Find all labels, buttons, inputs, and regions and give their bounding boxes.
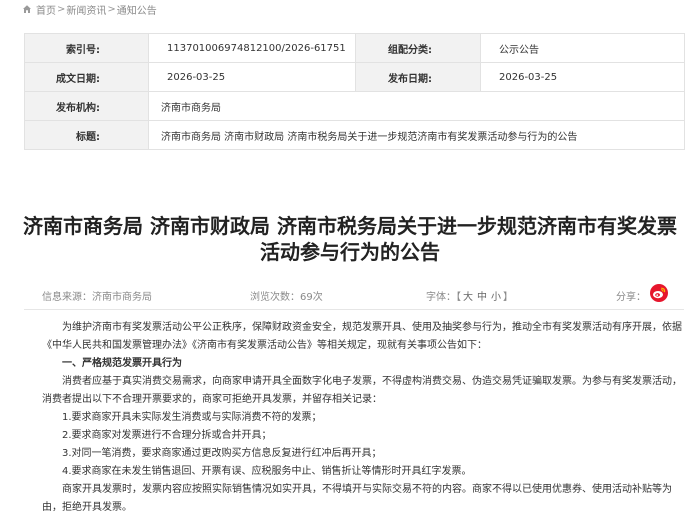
info-source: 信息来源：济南市商务局 bbox=[42, 292, 152, 303]
breadcrumb-separator: > bbox=[57, 3, 66, 15]
article-title: 济南市商务局 济南市财政局 济南市税务局关于进一步规范济南市有奖发票 活动参与行… bbox=[20, 213, 680, 265]
list-item-3: 3.对同一笔消费，要求商家通过更改购买方信息反复进行红冲后再开具； bbox=[62, 448, 382, 459]
publish-date-label: 发布日期: bbox=[355, 62, 481, 92]
breadcrumb-separator: > bbox=[107, 3, 116, 15]
article-body: 为维护济南市有奖发票活动公平公正秩序，保障财政资金安全，规范发票开具、使用及抽奖… bbox=[42, 319, 688, 517]
breadcrumb-home[interactable]: 首页 bbox=[36, 2, 56, 17]
breadcrumb-news[interactable]: 新闻资讯 bbox=[66, 2, 106, 17]
article-title-line-1: 济南市商务局 济南市财政局 济南市税务局关于进一步规范济南市有奖发票 bbox=[23, 214, 677, 238]
index-value: 113701006974812100/2026-61751 bbox=[148, 33, 356, 63]
font-large-button[interactable]: 大 bbox=[463, 292, 473, 303]
list-item-4: 4.要求商家在未发生销售退回、开票有误、应税服务中止、销售折让等情形时开具红字发… bbox=[62, 466, 472, 477]
closing-paragraph: 商家开具发票时，发票内容应按照实际销售情况如实开具，不得填开与实际交易不符的内容… bbox=[42, 484, 672, 513]
breadcrumb-notices[interactable]: 通知公告 bbox=[117, 2, 157, 17]
page: 首页 > 新闻资讯 > 通知公告 索引号: 113701006974812100… bbox=[0, 0, 700, 520]
home-icon[interactable] bbox=[22, 4, 32, 14]
article-info-bar: 信息来源：济南市商务局 浏览次数：69次 字体：【大中小】 分享： bbox=[24, 283, 684, 305]
written-date-label: 成文日期: bbox=[24, 62, 149, 92]
font-size-bracket-open: 【 bbox=[456, 292, 461, 303]
list-item-1: 1.要求商家开具未实际发生消费或与实际消费不符的发票； bbox=[62, 412, 322, 423]
body-intro-paragraph: 为维护济南市有奖发票活动公平公正秩序，保障财政资金安全，规范发票开具、使用及抽奖… bbox=[42, 322, 682, 351]
issuer-label: 发布机构: bbox=[24, 91, 149, 121]
meta-row-dates: 成文日期: 2026-03-25 发布日期: 2026-03-25 bbox=[24, 62, 685, 92]
share-label: 分享： bbox=[616, 292, 646, 303]
subject-value: 济南市商务局 济南市财政局 济南市税务局关于进一步规范济南市有奖发票活动参与行为… bbox=[148, 120, 685, 150]
section-1-heading: 一、严格规范发票开具行为 bbox=[62, 358, 182, 369]
font-small-button[interactable]: 小 bbox=[491, 292, 501, 303]
written-date-value: 2026-03-25 bbox=[148, 62, 356, 92]
info-views: 浏览次数：69次 bbox=[250, 292, 323, 303]
list-item-2: 2.要求商家对发票进行不合理分拆或合并开具； bbox=[62, 430, 272, 441]
category-value: 公示公告 bbox=[480, 33, 685, 63]
article-title-line-2: 活动参与行为的公告 bbox=[260, 240, 440, 264]
meta-row-issuer: 发布机构: 济南市商务局 bbox=[24, 91, 685, 121]
font-size-control: 字体：【大中小】 bbox=[426, 288, 513, 303]
breadcrumb: 首页 > 新闻资讯 > 通知公告 bbox=[22, 1, 157, 17]
weibo-share-icon[interactable] bbox=[650, 284, 668, 302]
font-size-bracket-close: 】 bbox=[503, 292, 513, 303]
meta-row-subject: 标题: 济南市商务局 济南市财政局 济南市税务局关于进一步规范济南市有奖发票活动… bbox=[24, 120, 685, 150]
meta-table: 索引号: 113701006974812100/2026-61751 组配分类:… bbox=[24, 33, 685, 150]
font-medium-button[interactable]: 中 bbox=[477, 292, 487, 303]
font-size-label: 字体： bbox=[426, 292, 456, 303]
meta-row-index: 索引号: 113701006974812100/2026-61751 组配分类:… bbox=[24, 33, 685, 63]
section-1-paragraph: 消费者应基于真实消费交易需求，向商家申请开具全面数字化电子发票，不得虚构消费交易… bbox=[42, 376, 682, 405]
info-divider bbox=[24, 309, 684, 310]
subject-label: 标题: bbox=[24, 120, 149, 150]
publish-date-value: 2026-03-25 bbox=[480, 62, 685, 92]
index-label: 索引号: bbox=[24, 33, 149, 63]
category-label: 组配分类: bbox=[355, 33, 481, 63]
issuer-value: 济南市商务局 bbox=[148, 91, 685, 121]
